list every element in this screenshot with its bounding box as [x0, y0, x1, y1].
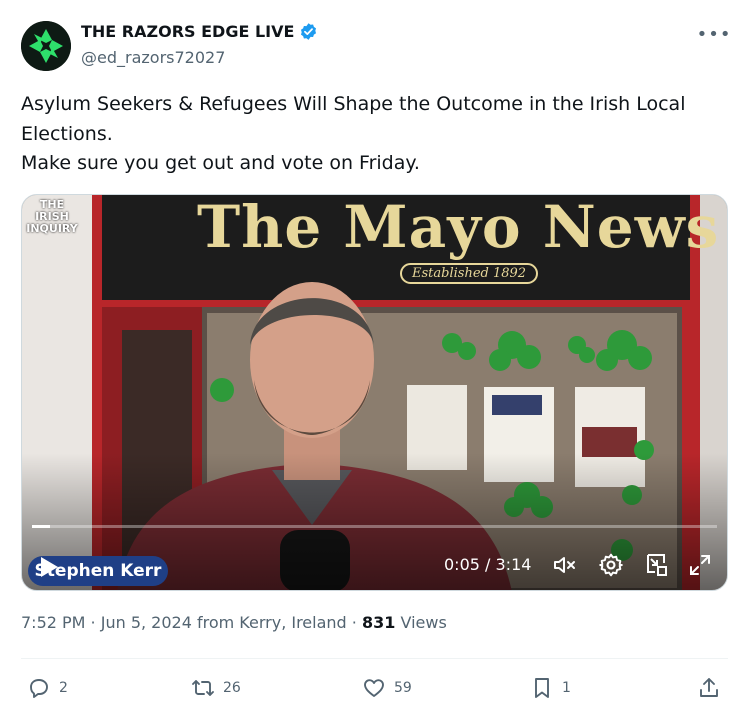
bookmark-icon [535, 678, 549, 698]
like-button[interactable]: 59 [362, 676, 412, 700]
settings-gear-icon[interactable] [598, 552, 624, 578]
tweet-line: Elections. [21, 122, 113, 145]
tweet-line: Make sure you get out and vote on Friday… [21, 152, 420, 174]
share-icon [700, 678, 718, 697]
reply-count: 2 [59, 680, 68, 696]
tweet-line: Asylum Seekers & Refugees Will Shape the… [21, 93, 686, 115]
divider [21, 658, 728, 659]
tweet-time[interactable]: 7:52 PM [21, 613, 85, 632]
sign-established: Established 1892 [400, 263, 539, 284]
author-name[interactable]: THE RAZORS EDGE LIVE [81, 22, 294, 41]
more-options-icon: ••• [696, 23, 732, 45]
views-label: Views [400, 613, 447, 632]
channel-watermark: THE IRISH INQUIRY [26, 198, 78, 235]
repost-button[interactable]: 26 [191, 676, 241, 700]
reply-icon [30, 679, 48, 698]
bookmark-count: 1 [562, 680, 571, 696]
tweet-date[interactable]: Jun 5, 2024 [101, 613, 192, 632]
tweet-meta: 7:52 PM · Jun 5, 2024 from Kerry, Irelan… [21, 613, 447, 632]
video-progress-fill [32, 525, 50, 528]
repost-icon [192, 680, 214, 696]
views-count: 831 [361, 613, 396, 632]
video-time: 0:05 / 3:14 [444, 555, 532, 574]
video-player[interactable]: The Mayo News Established 1892 THE IRISH… [21, 194, 728, 591]
tweet-text: Asylum Seekers & Refugees Will Shape the… [21, 90, 721, 179]
sign-title: The Mayo News [197, 194, 720, 261]
verified-badge-icon [301, 23, 317, 40]
reply-button[interactable]: 2 [27, 676, 68, 700]
author-name-row[interactable]: THE RAZORS EDGE LIVE [81, 22, 318, 41]
more-options-button[interactable]: ••• [697, 20, 731, 48]
avatar-logo-icon [21, 21, 71, 71]
author-handle[interactable]: @ed_razors72027 [81, 48, 225, 67]
avatar[interactable] [21, 21, 71, 71]
heart-icon [364, 679, 384, 697]
picture-in-picture-icon[interactable] [644, 552, 668, 578]
fullscreen-icon[interactable] [688, 553, 712, 577]
share-button[interactable] [697, 676, 721, 700]
action-bar: 2 26 59 1 [21, 672, 728, 706]
play-icon[interactable] [40, 556, 60, 578]
video-progress-bar[interactable] [32, 525, 717, 528]
repost-count: 26 [223, 680, 241, 696]
tweet-location: from Kerry, Ireland [196, 613, 347, 632]
bookmark-button[interactable]: 1 [530, 676, 571, 700]
mute-icon[interactable] [552, 553, 578, 577]
like-count: 59 [394, 680, 412, 696]
